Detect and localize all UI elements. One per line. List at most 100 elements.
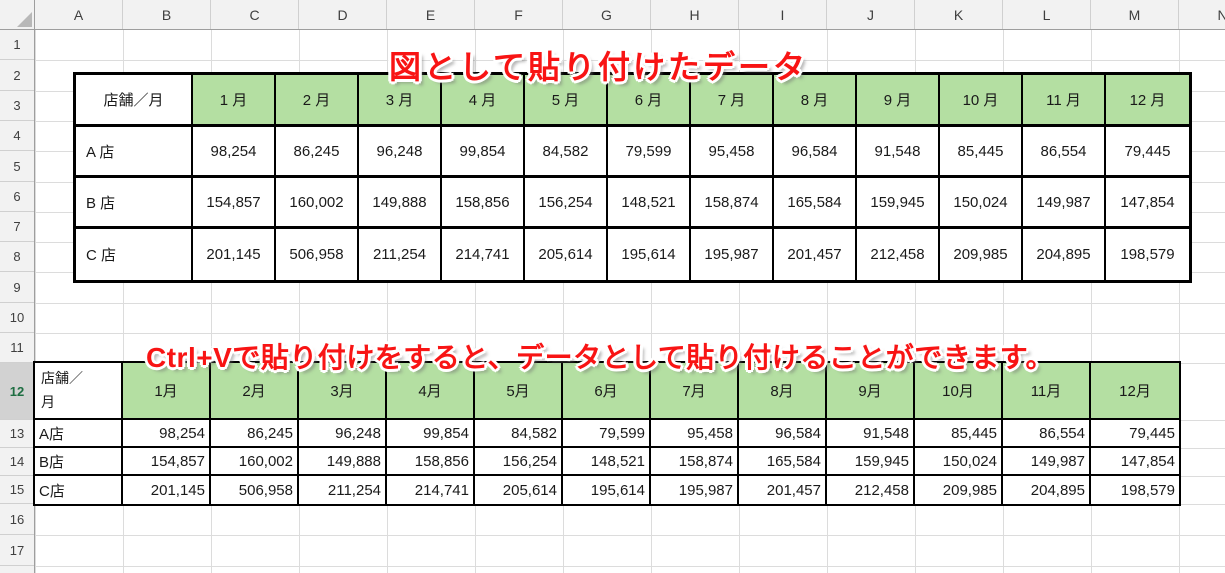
row-header-15[interactable]: 15 — [0, 476, 34, 504]
data-table-value-cell[interactable]: 209,985 — [915, 476, 1003, 504]
column-header-F[interactable]: F — [475, 0, 563, 29]
data-table-value-cell[interactable]: 95,458 — [651, 420, 739, 448]
column-header-I[interactable]: I — [739, 0, 827, 29]
data-table-value-cell[interactable]: 150,024 — [915, 448, 1003, 476]
data-table-value-cell[interactable]: 79,599 — [563, 420, 651, 448]
image-table-month-header: 11 月 — [1023, 75, 1106, 127]
image-table-value-cell: 165,584 — [774, 178, 857, 229]
image-table-value-cell: 506,958 — [276, 229, 359, 280]
data-table-value-cell[interactable]: 212,458 — [827, 476, 915, 504]
image-table-value-cell: 79,599 — [608, 127, 691, 178]
data-table-store-label[interactable]: A店 — [35, 420, 123, 448]
row-header-11[interactable]: 11 — [0, 333, 34, 363]
row-header-8[interactable]: 8 — [0, 242, 34, 272]
data-table-value-cell[interactable]: 201,457 — [739, 476, 827, 504]
column-header-M[interactable]: M — [1091, 0, 1179, 29]
data-table-value-cell[interactable]: 205,614 — [475, 476, 563, 504]
image-table-month-header: 10 月 — [940, 75, 1023, 127]
row-header-4[interactable]: 4 — [0, 121, 34, 151]
image-table-value-cell: 148,521 — [608, 178, 691, 229]
row-header-1[interactable]: 1 — [0, 30, 34, 60]
data-table-value-cell[interactable]: 198,579 — [1091, 476, 1179, 504]
data-table-value-cell[interactable]: 147,854 — [1091, 448, 1179, 476]
data-table-value-cell[interactable]: 195,987 — [651, 476, 739, 504]
column-header-L[interactable]: L — [1003, 0, 1091, 29]
column-header-K[interactable]: K — [915, 0, 1003, 29]
data-table-value-cell[interactable]: 154,857 — [123, 448, 211, 476]
data-table-month-header[interactable]: 12月 — [1091, 363, 1179, 420]
data-table-value-cell[interactable]: 211,254 — [299, 476, 387, 504]
data-table-value-cell[interactable]: 98,254 — [123, 420, 211, 448]
data-table-value-cell[interactable]: 160,002 — [211, 448, 299, 476]
data-table-store-label[interactable]: B店 — [35, 448, 123, 476]
data-table-value-cell[interactable]: 159,945 — [827, 448, 915, 476]
image-table-value-cell: 149,888 — [359, 178, 442, 229]
image-table-value-cell: 201,457 — [774, 229, 857, 280]
column-header-B[interactable]: B — [123, 0, 211, 29]
data-table-value-cell[interactable]: 156,254 — [475, 448, 563, 476]
select-all-corner[interactable] — [0, 0, 35, 30]
row-header-16[interactable]: 16 — [0, 504, 34, 535]
data-table-value-cell[interactable]: 158,874 — [651, 448, 739, 476]
image-table-month-header: 2 月 — [276, 75, 359, 127]
data-table-value-cell[interactable]: 158,856 — [387, 448, 475, 476]
column-header-A[interactable]: A — [35, 0, 123, 29]
row-header-5[interactable]: 5 — [0, 151, 34, 182]
data-table-value-cell[interactable]: 149,888 — [299, 448, 387, 476]
image-table-value-cell: 195,987 — [691, 229, 774, 280]
row-header-14[interactable]: 14 — [0, 448, 34, 476]
image-table-value-cell: 98,254 — [193, 127, 276, 178]
data-table-value-cell[interactable]: 195,614 — [563, 476, 651, 504]
data-table-value-cell[interactable]: 506,958 — [211, 476, 299, 504]
image-table-value-cell: 160,002 — [276, 178, 359, 229]
data-table-value-cell[interactable]: 96,248 — [299, 420, 387, 448]
pasted-image-table[interactable]: 店舗／月 1 月2 月3 月4 月5 月6 月7 月8 月9 月 10 月 11 月1… — [73, 72, 1192, 283]
data-table-value-cell[interactable]: 86,245 — [211, 420, 299, 448]
data-table-value-cell[interactable]: 149,987 — [1003, 448, 1091, 476]
row-header-2[interactable]: 2 — [0, 60, 34, 91]
image-table-value-cell: 209,985 — [940, 229, 1023, 280]
column-header-J[interactable]: J — [827, 0, 915, 29]
row-header-10[interactable]: 10 — [0, 303, 34, 333]
data-table-value-cell[interactable]: 96,584 — [739, 420, 827, 448]
image-table-value-cell: 212,458 — [857, 229, 940, 280]
row-header-strip: 1 2 3 4 5 6 7 8 9 10 11 12 13 14 15 16 17 — [0, 30, 35, 573]
data-table-value-cell[interactable]: 99,854 — [387, 420, 475, 448]
data-table-value-cell[interactable]: 79,445 — [1091, 420, 1179, 448]
pasted-data-table: 店舗／月 1月 2月 3月 4月 5月 6月 7月 8月 9月 10月 11月 12月 A店 98,254 8… — [33, 361, 1181, 506]
image-table-value-cell: 86,554 — [1023, 127, 1106, 178]
image-table-value-cell: 149,987 — [1023, 178, 1106, 229]
column-header-G[interactable]: G — [563, 0, 651, 29]
data-table-value-cell[interactable]: 148,521 — [563, 448, 651, 476]
row-header-6[interactable]: 6 — [0, 182, 34, 212]
data-table-store-label[interactable]: C店 — [35, 476, 123, 504]
data-table-value-cell[interactable]: 85,445 — [915, 420, 1003, 448]
row-header-7[interactable]: 7 — [0, 212, 34, 242]
image-table-month-header: 12 月 — [1106, 75, 1189, 127]
column-header-E[interactable]: E — [387, 0, 475, 29]
row-header-17[interactable]: 17 — [0, 535, 34, 566]
data-table-value-cell[interactable]: 86,554 — [1003, 420, 1091, 448]
row-header-13[interactable]: 13 — [0, 420, 34, 448]
row-header-9[interactable]: 9 — [0, 272, 34, 303]
data-table-value-cell[interactable]: 204,895 — [1003, 476, 1091, 504]
column-header-N[interactable]: N — [1179, 0, 1225, 29]
annotation-pasted-as-image[interactable]: 図として貼り付けたデータ — [389, 42, 808, 88]
data-table-value-cell[interactable]: 165,584 — [739, 448, 827, 476]
data-table-value-cell[interactable]: 201,145 — [123, 476, 211, 504]
image-table-value-cell: 156,254 — [525, 178, 608, 229]
column-header-C[interactable]: C — [211, 0, 299, 29]
column-header-D[interactable]: D — [299, 0, 387, 29]
column-header-H[interactable]: H — [651, 0, 739, 29]
row-header-12[interactable]: 12 — [0, 363, 34, 420]
data-table-value-cell[interactable]: 214,741 — [387, 476, 475, 504]
image-table-value-cell: 91,548 — [857, 127, 940, 178]
annotation-paste-instruction[interactable]: Ctrl+Vで貼り付けをすると、データとして貼り付けることができます。 — [146, 336, 1054, 376]
image-table-corner-label: 店舗／月 — [76, 75, 193, 127]
image-table-month-header: 1 月 — [193, 75, 276, 127]
data-table-value-cell[interactable]: 84,582 — [475, 420, 563, 448]
data-table-corner-label[interactable]: 店舗／月 — [35, 363, 123, 420]
image-table-value-cell: 86,245 — [276, 127, 359, 178]
data-table-value-cell[interactable]: 91,548 — [827, 420, 915, 448]
row-header-3[interactable]: 3 — [0, 91, 34, 121]
